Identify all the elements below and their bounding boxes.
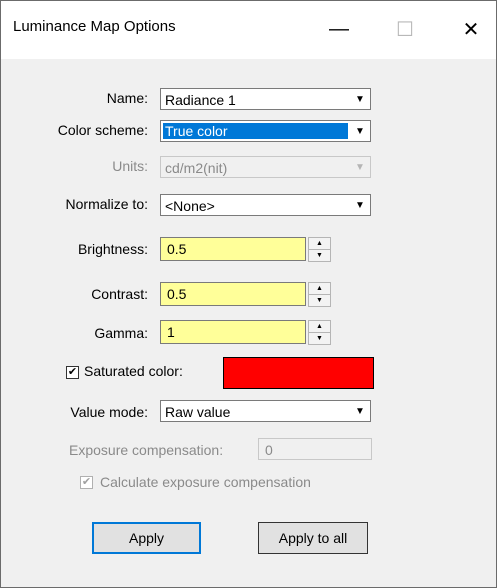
- saturated-color-checkbox[interactable]: ✔: [66, 366, 79, 379]
- color-scheme-value: True color: [163, 123, 348, 139]
- maximize-button[interactable]: ☐: [385, 9, 425, 49]
- exposure-compensation-input: 0: [258, 438, 372, 460]
- name-dropdown[interactable]: Radiance 1 ▼: [160, 88, 371, 110]
- brightness-value: 0.5: [167, 241, 187, 257]
- chevron-down-icon: ▼: [355, 161, 365, 173]
- saturated-color-swatch[interactable]: [223, 357, 374, 389]
- spin-down-icon[interactable]: ▼: [308, 249, 331, 262]
- chevron-down-icon[interactable]: ▼: [351, 196, 369, 214]
- units-value: cd/m2(nit): [165, 160, 228, 176]
- brightness-spinner[interactable]: ▲ ▼: [308, 237, 331, 262]
- gamma-spinner[interactable]: ▲ ▼: [308, 320, 331, 345]
- name-value: Radiance 1: [165, 92, 236, 108]
- luminance-map-options-dialog: Luminance Map Options — ☐ ✕ Name: Radian…: [0, 0, 497, 588]
- units-dropdown: cd/m2(nit) ▼: [160, 156, 371, 178]
- contrast-label: Contrast:: [91, 286, 148, 302]
- gamma-label: Gamma:: [94, 325, 148, 341]
- calculate-exposure-label: Calculate exposure compensation: [100, 474, 311, 490]
- units-label: Units:: [112, 158, 148, 174]
- contrast-input[interactable]: 0.5: [160, 282, 306, 306]
- brightness-input[interactable]: 0.5: [160, 237, 306, 261]
- title-bar: Luminance Map Options — ☐ ✕: [1, 1, 496, 59]
- name-label: Name:: [106, 90, 148, 106]
- normalize-to-value: <None>: [165, 198, 215, 214]
- window-title: Luminance Map Options: [13, 18, 176, 35]
- value-mode-label: Value mode:: [70, 404, 148, 420]
- apply-button[interactable]: Apply: [92, 522, 201, 554]
- brightness-label: Brightness:: [77, 241, 148, 257]
- contrast-spinner[interactable]: ▲ ▼: [308, 282, 331, 307]
- calculate-exposure-checkbox: ✔: [80, 476, 93, 489]
- gamma-value: 1: [167, 324, 175, 340]
- apply-to-all-button[interactable]: Apply to all: [258, 522, 368, 554]
- normalize-to-dropdown[interactable]: <None> ▼: [160, 194, 371, 216]
- exposure-compensation-label: Exposure compensation:: [69, 442, 224, 458]
- close-button[interactable]: ✕: [451, 9, 491, 49]
- normalize-to-label: Normalize to:: [65, 196, 148, 212]
- spin-down-icon[interactable]: ▼: [308, 294, 331, 307]
- chevron-down-icon[interactable]: ▼: [351, 122, 369, 140]
- saturated-color-label: Saturated color:: [84, 363, 183, 379]
- spin-down-icon[interactable]: ▼: [308, 332, 331, 345]
- chevron-down-icon[interactable]: ▼: [351, 90, 369, 108]
- contrast-value: 0.5: [167, 286, 187, 302]
- chevron-down-icon[interactable]: ▼: [351, 402, 369, 420]
- color-scheme-label: Color scheme:: [57, 122, 148, 138]
- exposure-compensation-value: 0: [265, 442, 273, 458]
- minimize-button[interactable]: —: [319, 9, 359, 49]
- gamma-input[interactable]: 1: [160, 320, 306, 344]
- color-scheme-dropdown[interactable]: True color ▼: [160, 120, 371, 142]
- value-mode-dropdown[interactable]: Raw value ▼: [160, 400, 371, 422]
- value-mode-value: Raw value: [165, 404, 231, 420]
